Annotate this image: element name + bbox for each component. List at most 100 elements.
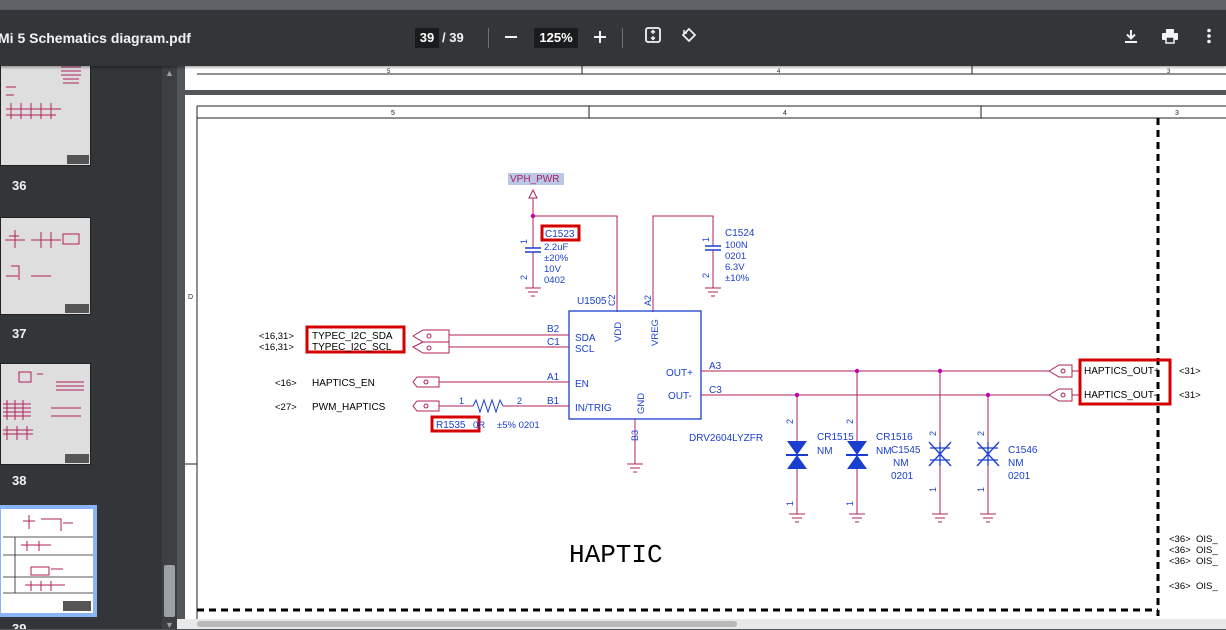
net-label-ois: OIS_: [1196, 545, 1218, 556]
pin-number: A1: [547, 372, 560, 383]
scroll-up-icon[interactable]: ▲: [165, 68, 174, 78]
previous-page-bottom: [185, 66, 1226, 90]
pin-number: B2: [547, 324, 560, 335]
pin-number: C2: [607, 294, 617, 306]
pin-number: 1: [459, 396, 464, 406]
component-value: ±5% 0201: [497, 420, 540, 431]
fit-page-button[interactable]: [639, 24, 667, 52]
component-ref-c1524: C1524: [725, 228, 755, 239]
pin-number: B1: [547, 396, 560, 407]
pin-number: 2: [519, 275, 529, 280]
thumbnail-label: 38: [12, 473, 27, 488]
pin-number: 1: [928, 487, 938, 492]
component-value: 0402: [544, 275, 565, 286]
component-value: 0R: [473, 420, 485, 431]
chip-pin-label: IN/TRIG: [575, 403, 612, 414]
thumbnail-schematic-preview: [1, 509, 93, 613]
zoom-out-icon: [505, 36, 517, 38]
print-button[interactable]: [1156, 24, 1184, 52]
net-ref: <16,31>: [259, 342, 294, 353]
pin-number: 1: [845, 501, 855, 506]
current-page: [185, 95, 1226, 629]
net-ref: <27>: [275, 402, 297, 413]
component-value: NM: [876, 446, 892, 457]
pin-number: B3: [630, 430, 640, 441]
net-ref: <16,31>: [259, 331, 294, 342]
thumbnail-label: 37: [12, 326, 27, 341]
power-net-label: VPH_PWR: [510, 174, 559, 185]
ruler-label: 3: [1175, 110, 1179, 117]
pin-number: 2: [785, 419, 795, 424]
net-label-haptics-out-minus: HAPTICS_OUT-: [1084, 390, 1157, 401]
page-thumbnail-38[interactable]: [0, 363, 91, 465]
zoom-in-button[interactable]: [586, 24, 614, 52]
chip-pin-label: SDA: [575, 333, 596, 344]
zoom-in-icon: [594, 31, 606, 43]
chip-pin-label: VDD: [613, 322, 624, 342]
pin-number: A2: [643, 295, 653, 306]
pdf-viewer: 5 4 3 5 4 3 D VPH_PWR 1 2 C1523 2.2uF ±2…: [177, 66, 1226, 629]
block-title: HAPTIC: [569, 540, 663, 570]
chip-pin-label: GND: [636, 393, 647, 414]
net-label-typec-scl: TYPEC_I2C_SCL: [312, 342, 392, 353]
thumbnail-schematic-preview: [1, 66, 90, 165]
document-title: Mi 5 Schematics diagram.pdf: [0, 30, 191, 46]
page-thumbnail-39[interactable]: [0, 505, 97, 617]
thumbnail-sidebar: 36 37 38 39: [0, 66, 177, 629]
more-options-button[interactable]: [1195, 24, 1223, 52]
fit-page-icon: [645, 27, 661, 43]
pin-number: 1: [519, 239, 529, 244]
ruler-label: 4: [783, 110, 787, 117]
pin-number: 1: [976, 487, 986, 492]
pin-number: 2: [976, 431, 986, 436]
pin-number: 2: [845, 419, 855, 424]
pin-number: 2: [517, 396, 522, 406]
component-value: 0201: [1008, 471, 1031, 482]
pin-number: C3: [709, 385, 722, 396]
pin-number: 2: [701, 273, 711, 278]
component-value: NM: [817, 446, 833, 457]
net-ref: <36>: [1169, 556, 1191, 567]
zoom-out-button[interactable]: [497, 24, 525, 52]
thumbnail-schematic-preview: [1, 218, 90, 314]
component-value: 100N: [725, 240, 748, 251]
component-value: NM: [1008, 458, 1024, 469]
ruler-label: 5: [391, 110, 395, 117]
row-marker: D: [188, 294, 193, 301]
component-value: 10V: [544, 264, 562, 275]
component-value: NM: [893, 458, 909, 469]
zoom-level-input[interactable]: 125%: [534, 28, 578, 48]
sidebar-scrollbar[interactable]: [162, 66, 177, 629]
print-icon: [1162, 29, 1178, 44]
component-value: ±10%: [725, 273, 750, 284]
component-value: 0201: [725, 251, 746, 262]
net-label-haptics-out-plus: HAPTICS_OUT+: [1084, 366, 1160, 377]
net-ref: <36>: [1169, 581, 1191, 592]
chip-ref: U1505: [577, 296, 607, 307]
page-thumbnail-37[interactable]: [0, 217, 91, 315]
component-ref-c1545: C1545: [891, 445, 921, 456]
current-page-input[interactable]: 39: [415, 28, 439, 48]
chip-pin-label: SCL: [575, 344, 595, 355]
net-label-typec-sda: TYPEC_I2C_SDA: [312, 331, 393, 342]
more-icon: [1207, 28, 1211, 44]
component-ref-c1546: C1546: [1008, 445, 1038, 456]
component-value: 6.3V: [725, 262, 745, 273]
rotate-button[interactable]: [675, 24, 703, 52]
horizontal-scrollbar-thumb[interactable]: [197, 621, 737, 627]
pdf-toolbar: Mi 5 Schematics diagram.pdf 39 / 39 125%: [0, 10, 1226, 66]
rotate-icon: [681, 27, 697, 43]
page-thumbnail-36[interactable]: [0, 66, 91, 166]
thumbnail-label: 39: [12, 621, 27, 629]
download-button[interactable]: [1117, 24, 1145, 52]
chip-pin-label: EN: [575, 379, 589, 390]
horizontal-scrollbar[interactable]: [177, 619, 1226, 629]
toolbar-divider: [622, 28, 623, 48]
sidebar-scrollbar-thumb[interactable]: [164, 565, 175, 617]
pin-number: C1: [547, 337, 560, 348]
component-ref-cr1516: CR1516: [876, 432, 913, 443]
total-pages: / 39: [442, 30, 464, 45]
net-label-ois: OIS_: [1196, 581, 1218, 592]
component-ref-c1523: C1523: [545, 229, 575, 240]
schematic-page: 5 4 3 5 4 3 D VPH_PWR 1 2 C1523 2.2uF ±2…: [185, 66, 1226, 629]
